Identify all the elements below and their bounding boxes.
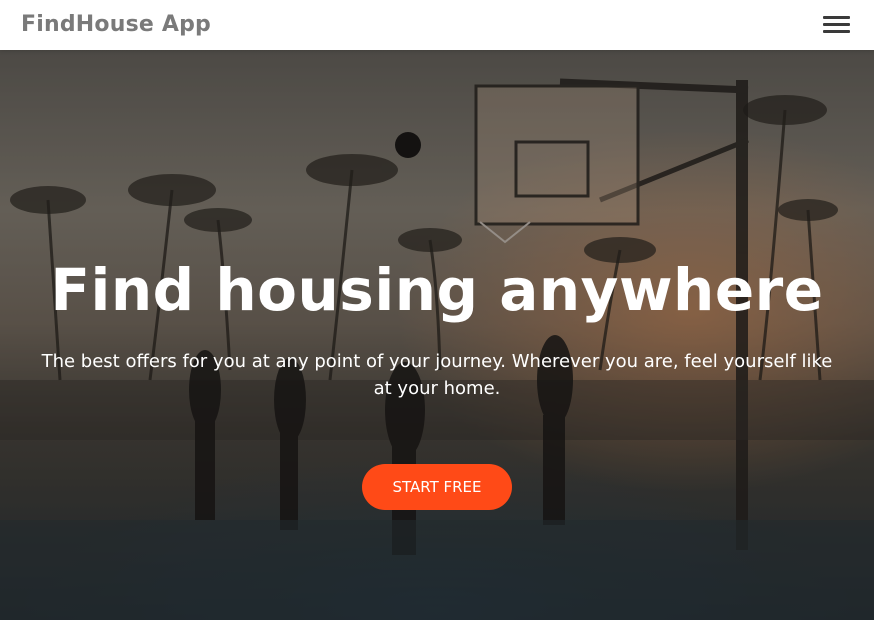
hero-section: Find housing anywhere The best offers fo…	[0, 50, 874, 620]
hero-subtitle: The best offers for you at any point of …	[41, 351, 833, 399]
start-free-button[interactable]: START FREE	[362, 464, 512, 510]
brand-logo-link[interactable]: FindHouse App	[21, 11, 211, 39]
top-navbar: FindHouse App	[0, 0, 874, 50]
hamburger-line	[823, 23, 850, 26]
hero-title: Find housing anywhere	[50, 256, 824, 324]
hero-dark-overlay	[0, 50, 874, 620]
hamburger-line	[823, 16, 850, 19]
hamburger-menu-icon[interactable]	[823, 14, 850, 36]
hamburger-line	[823, 30, 850, 33]
